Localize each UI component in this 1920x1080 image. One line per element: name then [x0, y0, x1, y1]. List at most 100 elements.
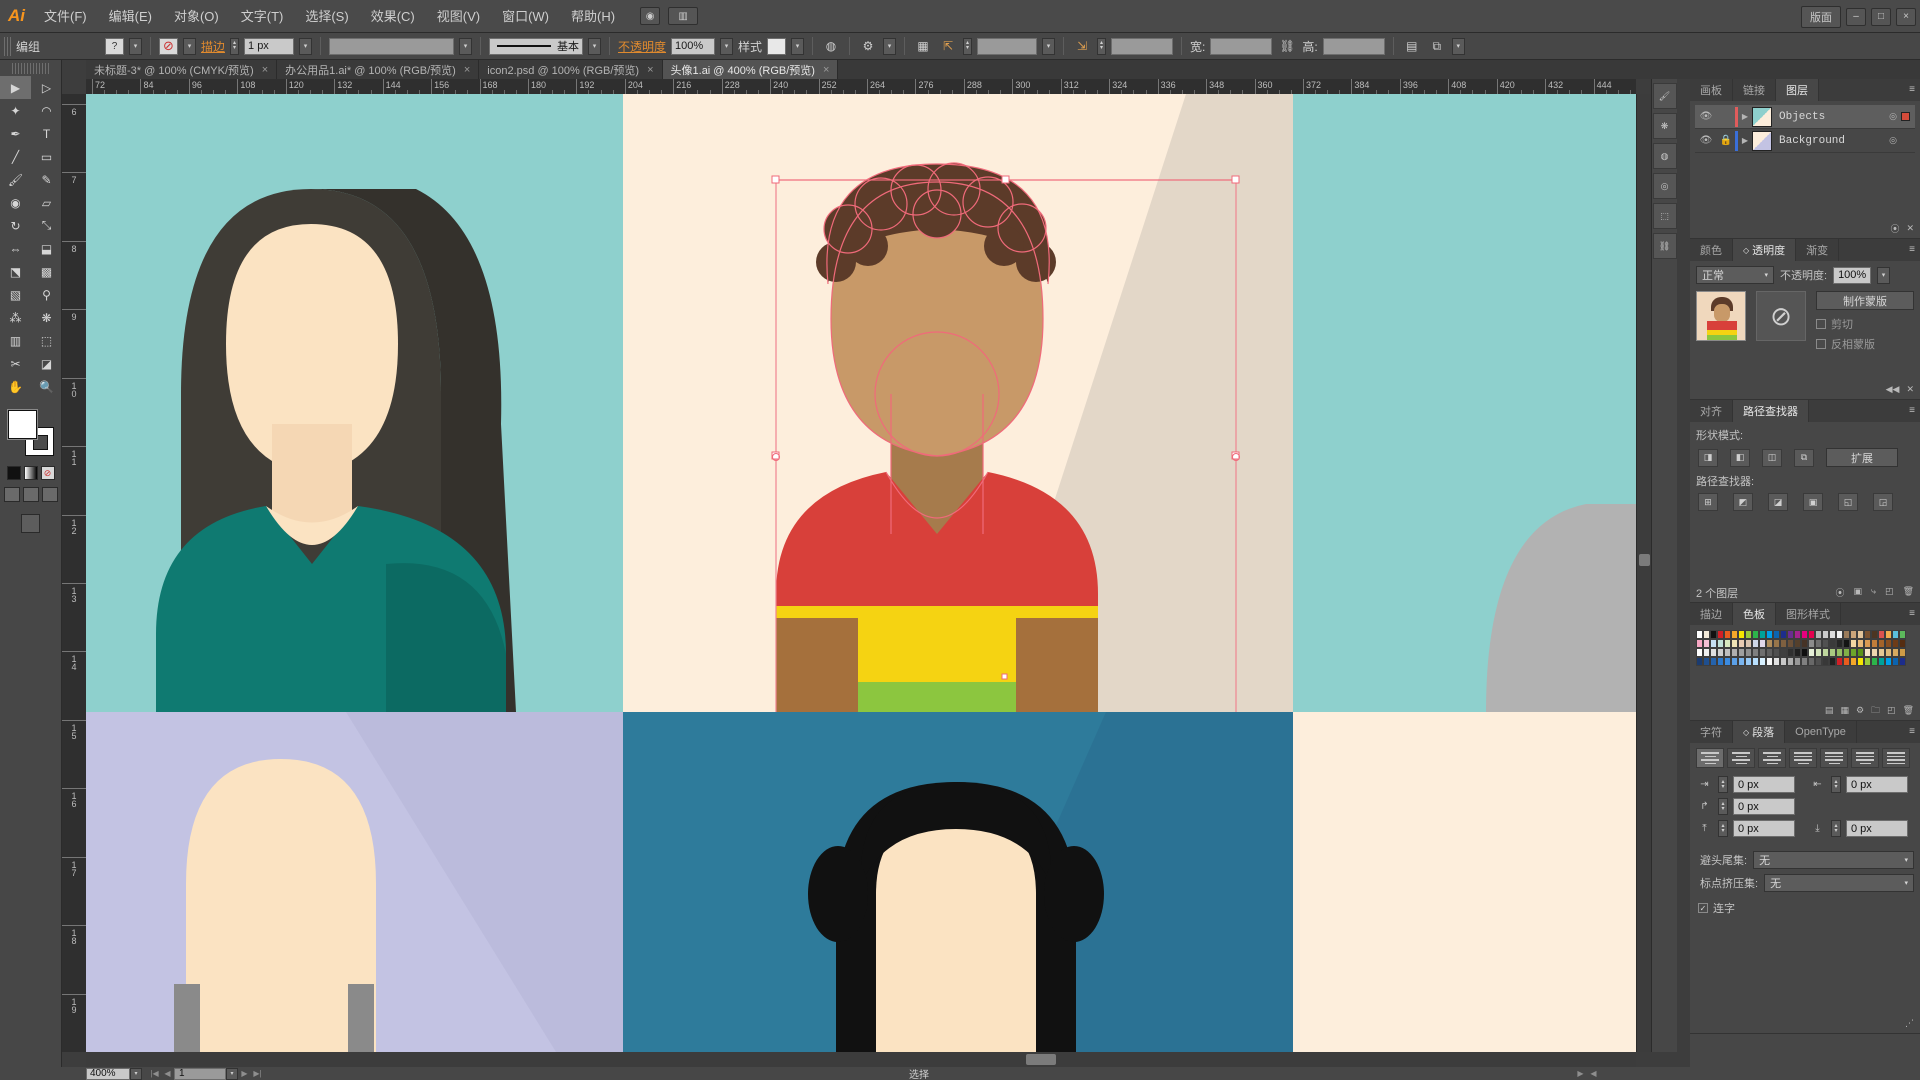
fill-color-swatch[interactable]	[6, 409, 38, 440]
swatch[interactable]	[1829, 657, 1836, 666]
graphic-style-swatch[interactable]	[767, 37, 787, 55]
swatch[interactable]	[1808, 639, 1815, 648]
menu-help[interactable]: 帮助(H)	[560, 0, 626, 33]
panel-menu-icon[interactable]: ≡	[1909, 244, 1915, 255]
opacity-field[interactable]: 100%	[671, 37, 716, 55]
arrange-documents-icon[interactable]: ▥	[668, 7, 699, 25]
eraser-tool[interactable]: ▱	[31, 191, 62, 214]
swatch[interactable]	[1815, 648, 1822, 657]
artboard-tool[interactable]: ⬚	[31, 329, 62, 352]
swatch[interactable]	[1885, 639, 1892, 648]
align-right-icon[interactable]	[1758, 748, 1786, 768]
menu-select[interactable]: 选择(S)	[294, 0, 359, 33]
workspace-label[interactable]: 版面	[1801, 5, 1841, 28]
document-canvas[interactable]	[86, 94, 1636, 1052]
paintbrush-tool[interactable]: 🖌	[0, 168, 31, 191]
blob-brush-tool[interactable]: ◉	[0, 191, 31, 214]
swatch[interactable]	[1864, 639, 1871, 648]
swatch[interactable]	[1885, 657, 1892, 666]
swatch[interactable]	[1850, 657, 1857, 666]
swatch[interactable]	[1836, 639, 1843, 648]
swatch[interactable]	[1696, 648, 1703, 657]
swatch[interactable]	[1766, 639, 1773, 648]
visibility-eye-icon[interactable]: 👁	[1695, 111, 1717, 122]
swatch[interactable]	[1703, 657, 1710, 666]
lock-icon[interactable]: 🔒	[1717, 135, 1735, 146]
swatch[interactable]	[1710, 630, 1717, 639]
swatch[interactable]	[1696, 630, 1703, 639]
transform-x-icon[interactable]: ⇱	[938, 37, 958, 55]
swatch[interactable]	[1731, 657, 1738, 666]
tab-artboards[interactable]: 画板	[1690, 79, 1733, 101]
opacity-link[interactable]: 不透明度	[618, 38, 666, 55]
menu-window[interactable]: 窗口(W)	[491, 0, 560, 33]
magic-wand-tool[interactable]: ✦	[0, 99, 31, 122]
swatch[interactable]	[1899, 630, 1906, 639]
justify-last-center-icon[interactable]	[1820, 748, 1848, 768]
swatch[interactable]	[1745, 639, 1752, 648]
swatch[interactable]	[1850, 648, 1857, 657]
new-color-group-icon[interactable]: 🗀	[1871, 703, 1880, 719]
stroke-dropdown-icon[interactable]: ▾	[183, 37, 196, 55]
swatch[interactable]	[1752, 648, 1759, 657]
align-grid-icon[interactable]: ▦	[913, 37, 933, 55]
scrollbar-thumb[interactable]	[1026, 1054, 1056, 1065]
swatch[interactable]	[1759, 648, 1766, 657]
opacity-dropdown-icon[interactable]: ▾	[1877, 266, 1891, 284]
swatch[interactable]	[1843, 648, 1850, 657]
selection-tool[interactable]: ▶	[0, 76, 31, 99]
tab-links[interactable]: 链接	[1733, 79, 1776, 101]
swatch[interactable]	[1878, 630, 1885, 639]
indent-first-spinner[interactable]: ▴ ▾	[1718, 798, 1728, 815]
swatch-libraries-icon[interactable]: ▤	[1825, 705, 1834, 716]
unite-shape-icon[interactable]: ◨	[1698, 448, 1718, 467]
bridge-icon[interactable]: ◉	[640, 7, 661, 25]
visibility-eye-icon[interactable]: 👁	[1695, 135, 1717, 146]
swatch[interactable]	[1752, 630, 1759, 639]
close-icon[interactable]: ×	[464, 64, 470, 76]
swatch[interactable]	[1745, 648, 1752, 657]
swatch[interactable]	[1794, 630, 1801, 639]
swatch[interactable]	[1857, 639, 1864, 648]
rectangle-tool[interactable]: ▭	[31, 145, 62, 168]
swatch[interactable]	[1759, 639, 1766, 648]
blend-tool[interactable]: ⁂	[0, 306, 31, 329]
swatch[interactable]	[1773, 639, 1780, 648]
indent-right-spinner[interactable]: ▴ ▾	[1831, 776, 1841, 793]
swatch[interactable]	[1752, 639, 1759, 648]
swatch[interactable]	[1829, 630, 1836, 639]
scale-tool[interactable]: ⤡	[31, 214, 62, 237]
transform-y-spinner[interactable]: ▴ ▾	[1097, 37, 1107, 55]
swatch[interactable]	[1738, 648, 1745, 657]
swatch[interactable]	[1773, 648, 1780, 657]
align-center-icon[interactable]	[1727, 748, 1755, 768]
swatch[interactable]	[1703, 648, 1710, 657]
swatch[interactable]	[1773, 630, 1780, 639]
target-circle-icon[interactable]: ◎	[1885, 135, 1901, 146]
expand-button[interactable]: 扩展	[1826, 448, 1898, 467]
swatch[interactable]	[1815, 639, 1822, 648]
swatch[interactable]	[1724, 639, 1731, 648]
status-menu-icon[interactable]: ▶	[1574, 1068, 1587, 1080]
swatch[interactable]	[1857, 657, 1864, 666]
swatch[interactable]	[1892, 648, 1899, 657]
expand-triangle-icon[interactable]: ▶	[1738, 112, 1752, 121]
swatch[interactable]	[1759, 630, 1766, 639]
clip-checkbox[interactable]	[1816, 319, 1826, 329]
swatch[interactable]	[1766, 648, 1773, 657]
draw-behind-icon[interactable]	[22, 487, 39, 502]
draw-inside-icon[interactable]	[41, 487, 58, 502]
horizontal-ruler[interactable]: 72 84 96 108 120 132 144 156 168 180 192 204 216 228 2…	[86, 79, 1636, 94]
default-colors-icon[interactable]	[6, 466, 21, 480]
swatch[interactable]	[1871, 648, 1878, 657]
menu-type[interactable]: 文字(T)	[230, 0, 295, 33]
minus-front-shape-icon[interactable]: ◧	[1730, 448, 1750, 467]
swatch[interactable]	[1801, 657, 1808, 666]
swatch[interactable]	[1815, 630, 1822, 639]
swatch[interactable]	[1878, 639, 1885, 648]
tab-pathfinder[interactable]: 路径查找器	[1733, 400, 1809, 422]
swatch[interactable]	[1745, 657, 1752, 666]
tab-graphic-styles[interactable]: 图形样式	[1776, 603, 1841, 625]
graphic-styles-panel-icon[interactable]: ◍	[1652, 143, 1677, 169]
first-artboard-icon[interactable]: |◀	[148, 1068, 161, 1080]
